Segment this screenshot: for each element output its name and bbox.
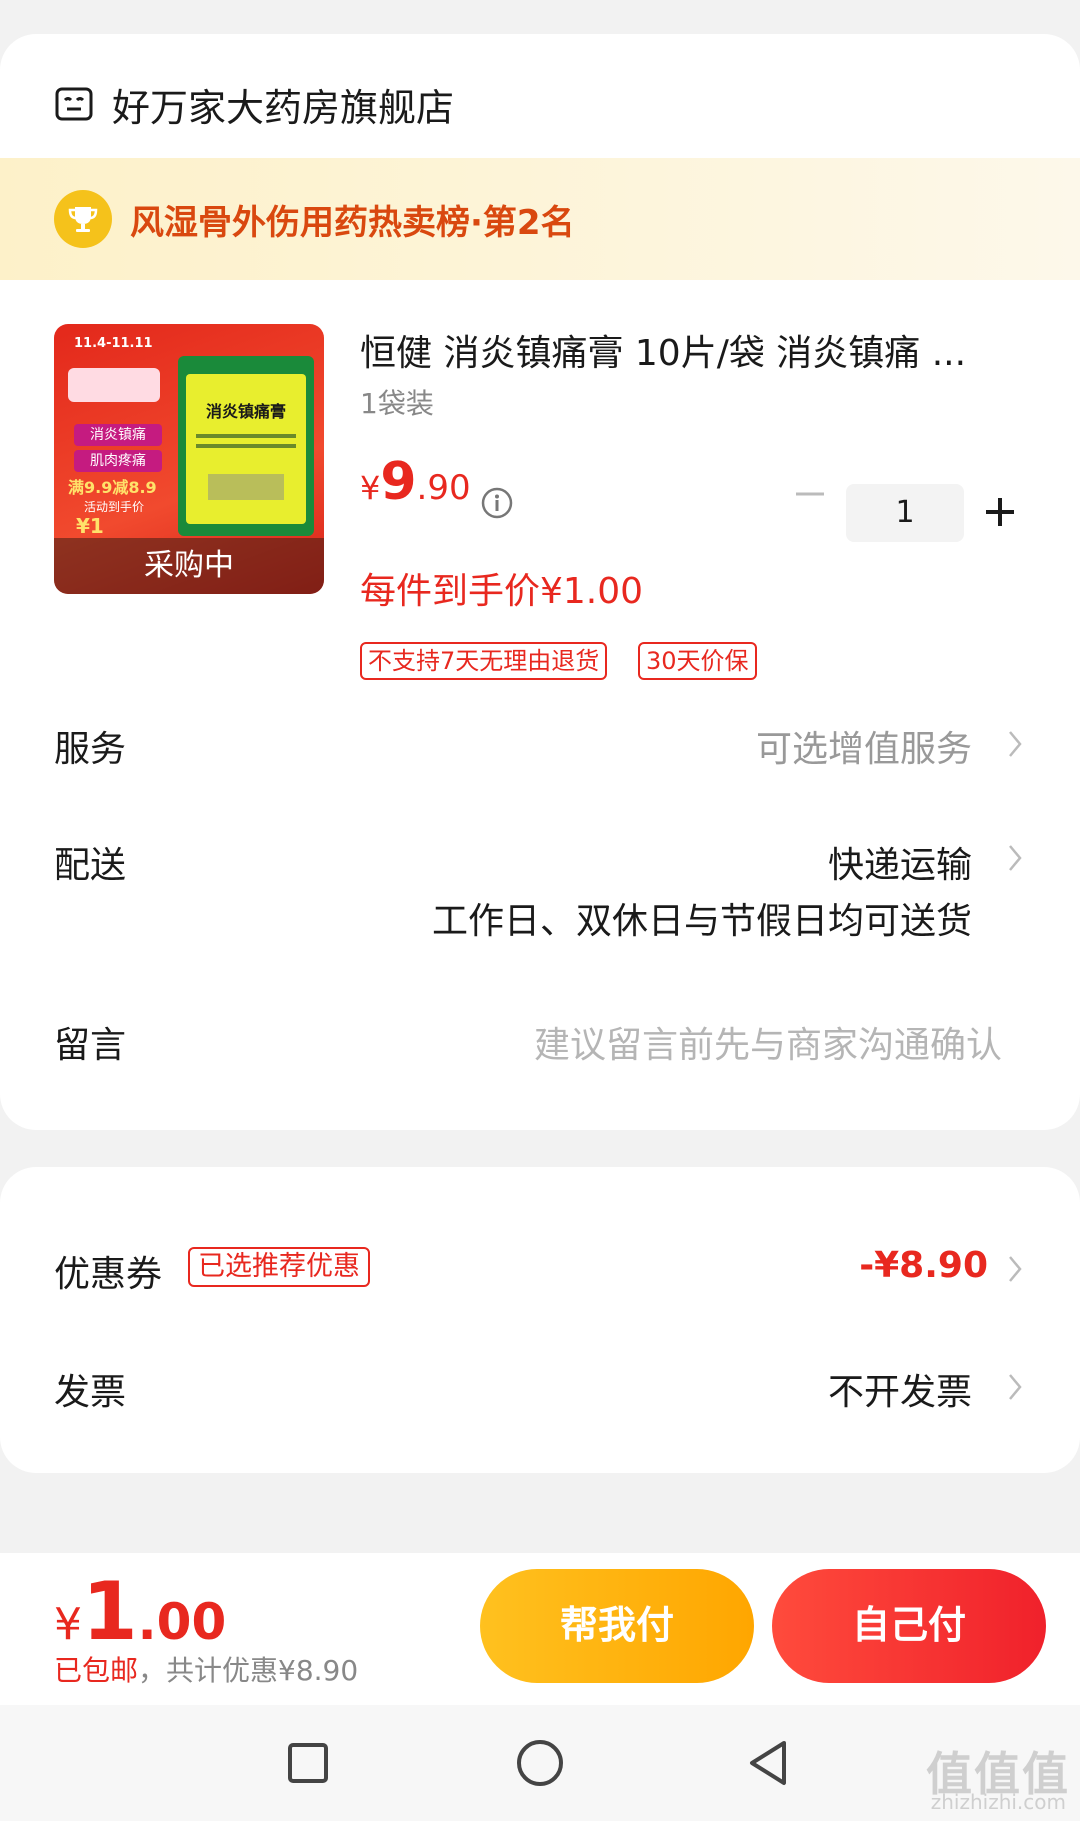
pay-myself-button[interactable]: 自己付: [772, 1569, 1046, 1683]
promo-price: ¥1: [76, 514, 104, 538]
checkout-bar: ¥ 1 .00 已包邮，共计优惠¥8.90 帮我付 自己付: [0, 1553, 1080, 1705]
coupon-row[interactable]: 优惠券 已选推荐优惠 -¥8.90: [54, 1239, 1026, 1295]
delivery-label: 配送: [54, 845, 127, 886]
promo-note: 活动到手价: [84, 500, 145, 514]
ranking-text: 风湿骨外伤用药热卖榜·第2名: [130, 202, 575, 243]
store-name: 好万家大药房旗舰店: [112, 85, 455, 130]
chevron-right-icon: [1009, 1374, 1022, 1400]
product-price: ¥ 9 .90: [360, 452, 471, 512]
promo-date: 11.4-11.11: [74, 336, 153, 351]
promo-deal: 满9.9减8.9: [68, 478, 157, 497]
ranking-banner[interactable]: 风湿骨外伤用药热卖榜·第2名: [0, 158, 1080, 280]
service-value: 可选增值服务: [755, 729, 972, 770]
delivery-row[interactable]: 配送 快递运输 工作日、双休日与节假日均可送货: [54, 830, 1026, 942]
no-return-tag: 不支持7天无理由退货: [360, 642, 608, 680]
store-header[interactable]: 好万家大药房旗舰店: [54, 74, 454, 134]
help-me-pay-button[interactable]: 帮我付: [480, 1569, 754, 1683]
final-unit-price: 每件到手价¥1.00: [360, 571, 644, 612]
price-protect-tag: 30天价保: [638, 642, 757, 680]
package-image: 消炎镇痛膏: [178, 356, 314, 536]
package-title: 消炎镇痛膏: [205, 402, 286, 421]
total-price: ¥ 1 .00: [54, 1565, 227, 1658]
message-input[interactable]: 建议留言前先与商家沟通确认: [534, 1016, 1002, 1068]
promo-chip-2: 肌肉疼痛: [74, 450, 162, 472]
product-spec: 1袋装: [360, 387, 434, 420]
product-title[interactable]: 恒健 消炎镇痛膏 10片/袋 消炎镇痛 ...: [360, 324, 1030, 376]
free-shipping-text: 已包邮: [54, 1654, 139, 1687]
quantity-increase-button[interactable]: [982, 494, 1018, 530]
invoice-value: 不开发票: [827, 1372, 972, 1413]
invoice-row[interactable]: 发票 不开发票: [54, 1357, 1026, 1413]
product-thumbnail[interactable]: 11.4-11.11 消炎镇痛 肌肉疼痛 满9.9减8.9 活动到手价 ¥1 消…: [54, 324, 324, 594]
service-label: 服务: [54, 729, 127, 770]
back-icon[interactable]: [740, 1735, 796, 1791]
coupon-value: -¥8.90: [859, 1245, 988, 1286]
recent-apps-icon[interactable]: [280, 1735, 336, 1791]
home-icon[interactable]: [512, 1735, 568, 1791]
coupon-label: 优惠券: [54, 1254, 163, 1295]
info-icon[interactable]: [480, 486, 514, 520]
system-nav-bar: [0, 1705, 1080, 1821]
chevron-right-icon: [1009, 1256, 1022, 1282]
coupon-badge: 已选推荐优惠: [188, 1247, 370, 1287]
delivery-value: 快递运输: [827, 845, 972, 886]
extra-card: 优惠券 已选推荐优惠 -¥8.90 发票 不开发票: [0, 1167, 1080, 1473]
promo-header: [68, 368, 160, 402]
invoice-label: 发票: [54, 1372, 127, 1413]
quantity-decrease-button[interactable]: [790, 474, 830, 514]
chevron-right-icon: [1009, 845, 1022, 871]
delivery-note: 工作日、双休日与节假日均可送货: [431, 901, 972, 942]
quantity-input[interactable]: 1: [846, 484, 964, 542]
message-label: 留言: [54, 1025, 127, 1066]
shipping-summary: 已包邮，共计优惠¥8.90: [54, 1649, 358, 1689]
buying-badge: 采购中: [54, 538, 324, 594]
watermark-url: zhizhizhi.com: [930, 1790, 1066, 1814]
message-row[interactable]: 留言 建议留言前先与商家沟通确认: [54, 1010, 1026, 1070]
chevron-right-icon: [1009, 731, 1022, 757]
service-row[interactable]: 服务 可选增值服务: [54, 714, 1026, 770]
order-card: 好万家大药房旗舰店 风湿骨外伤用药热卖榜·第2名 11.4-11.11 消炎镇痛…: [0, 34, 1080, 1130]
trophy-icon: [54, 190, 112, 248]
promo-chip-1: 消炎镇痛: [74, 424, 162, 446]
store-icon: [55, 87, 93, 121]
discount-total-text: ，共计优惠¥8.90: [138, 1654, 359, 1687]
